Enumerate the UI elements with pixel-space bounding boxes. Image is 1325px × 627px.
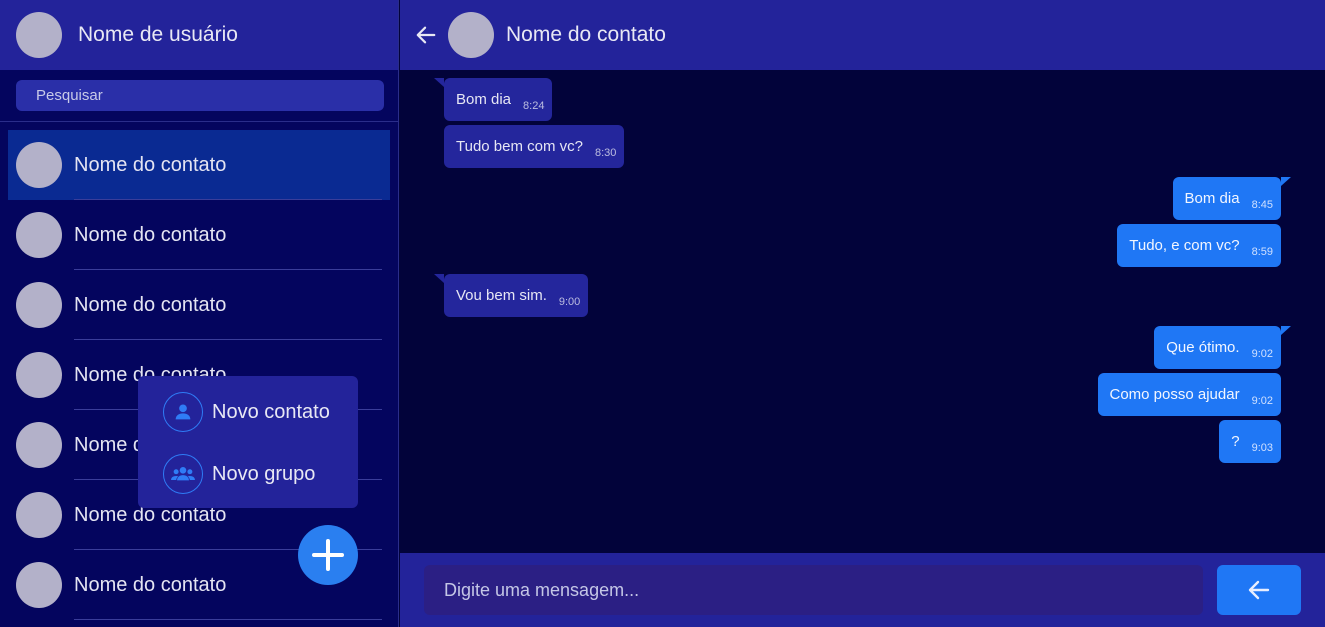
- message-input[interactable]: [424, 565, 1203, 615]
- contact-avatar[interactable]: [448, 12, 494, 58]
- user-name: Nome de usuário: [78, 23, 238, 46]
- contact-avatar: [16, 562, 62, 608]
- divider: [74, 619, 382, 620]
- new-contact-menu-item[interactable]: Novo contato: [138, 392, 358, 454]
- message-time: 9:03: [1251, 441, 1273, 454]
- search-input[interactable]: [16, 80, 384, 111]
- message-text: Bom dia: [1184, 190, 1240, 207]
- new-chat-fab-button[interactable]: [298, 525, 358, 585]
- message-time: 8:45: [1251, 198, 1273, 211]
- new-group-label: Novo grupo: [212, 463, 316, 485]
- contact-name: Nome do contato: [74, 153, 227, 176]
- message-text: Vou bem sim.: [456, 287, 547, 304]
- contact-avatar: [16, 422, 62, 468]
- message-outgoing: Tudo, e com vc? 8:59: [1117, 224, 1281, 267]
- message-outgoing: Como posso ajudar 9:02: [1097, 373, 1281, 416]
- message-text: Bom dia: [456, 91, 512, 108]
- message-outgoing: ? 9:03: [1219, 420, 1281, 463]
- new-group-menu-item[interactable]: Novo grupo: [138, 454, 358, 516]
- message-incoming: Bom dia 8:24: [434, 78, 553, 121]
- contact-avatar: [16, 142, 62, 188]
- message-outgoing: Bom dia 8:45: [1172, 177, 1291, 220]
- back-button[interactable]: [414, 23, 438, 47]
- message-text: Tudo bem com vc?: [456, 138, 583, 155]
- contact-avatar: [16, 282, 62, 328]
- message-text: ?: [1231, 433, 1240, 450]
- new-menu-popup: Novo contato Novo grupo: [138, 376, 358, 508]
- contact-item[interactable]: Nome do contato: [8, 270, 390, 340]
- group-icon: [163, 454, 203, 494]
- message-text: Que ótimo.: [1166, 339, 1240, 356]
- new-contact-label: Novo contato: [212, 401, 330, 423]
- message-text: Tudo, e com vc?: [1129, 237, 1240, 254]
- contact-item[interactable]: Nome do contato: [8, 200, 390, 270]
- chat-panel: Nome do contato Bom dia 8:24 Tudo bem co…: [400, 0, 1325, 627]
- message-incoming: Vou bem sim. 9:00: [434, 274, 589, 317]
- contact-item[interactable]: Nome do contato: [8, 130, 390, 200]
- message-incoming: Tudo bem com vc? 8:30: [444, 125, 625, 168]
- message-time: 8:59: [1251, 245, 1273, 258]
- message-list: Bom dia 8:24 Tudo bem com vc? 8:30 Bom d…: [400, 70, 1325, 553]
- sidebar-header: Nome de usuário: [0, 0, 398, 70]
- send-button[interactable]: [1217, 565, 1301, 615]
- message-time: 9:02: [1251, 394, 1273, 407]
- contact-avatar: [16, 492, 62, 538]
- message-time: 9:00: [558, 295, 581, 308]
- message-time: 8:30: [595, 146, 617, 159]
- chat-contact-name: Nome do contato: [506, 23, 666, 46]
- message-time: 8:24: [523, 99, 545, 112]
- search-area: [0, 70, 398, 122]
- contact-avatar: [16, 352, 62, 398]
- message-composer: [400, 553, 1325, 627]
- arrow-left-icon: [1248, 580, 1270, 600]
- contact-name: Nome do contato: [74, 223, 227, 246]
- contact-avatar: [16, 212, 62, 258]
- contact-name: Nome do contato: [74, 573, 227, 596]
- message-outgoing: Que ótimo. 9:02: [1154, 326, 1291, 369]
- message-text: Como posso ajudar: [1109, 386, 1240, 403]
- person-icon: [163, 392, 203, 432]
- sidebar: Nome de usuário Nome do contato Nome do …: [0, 0, 399, 627]
- contact-name: Nome do contato: [74, 293, 227, 316]
- chat-header: Nome do contato: [400, 0, 1325, 70]
- plus-icon: [312, 539, 344, 571]
- arrow-left-icon: [416, 26, 436, 44]
- user-avatar[interactable]: [16, 12, 62, 58]
- message-time: 9:02: [1251, 347, 1273, 360]
